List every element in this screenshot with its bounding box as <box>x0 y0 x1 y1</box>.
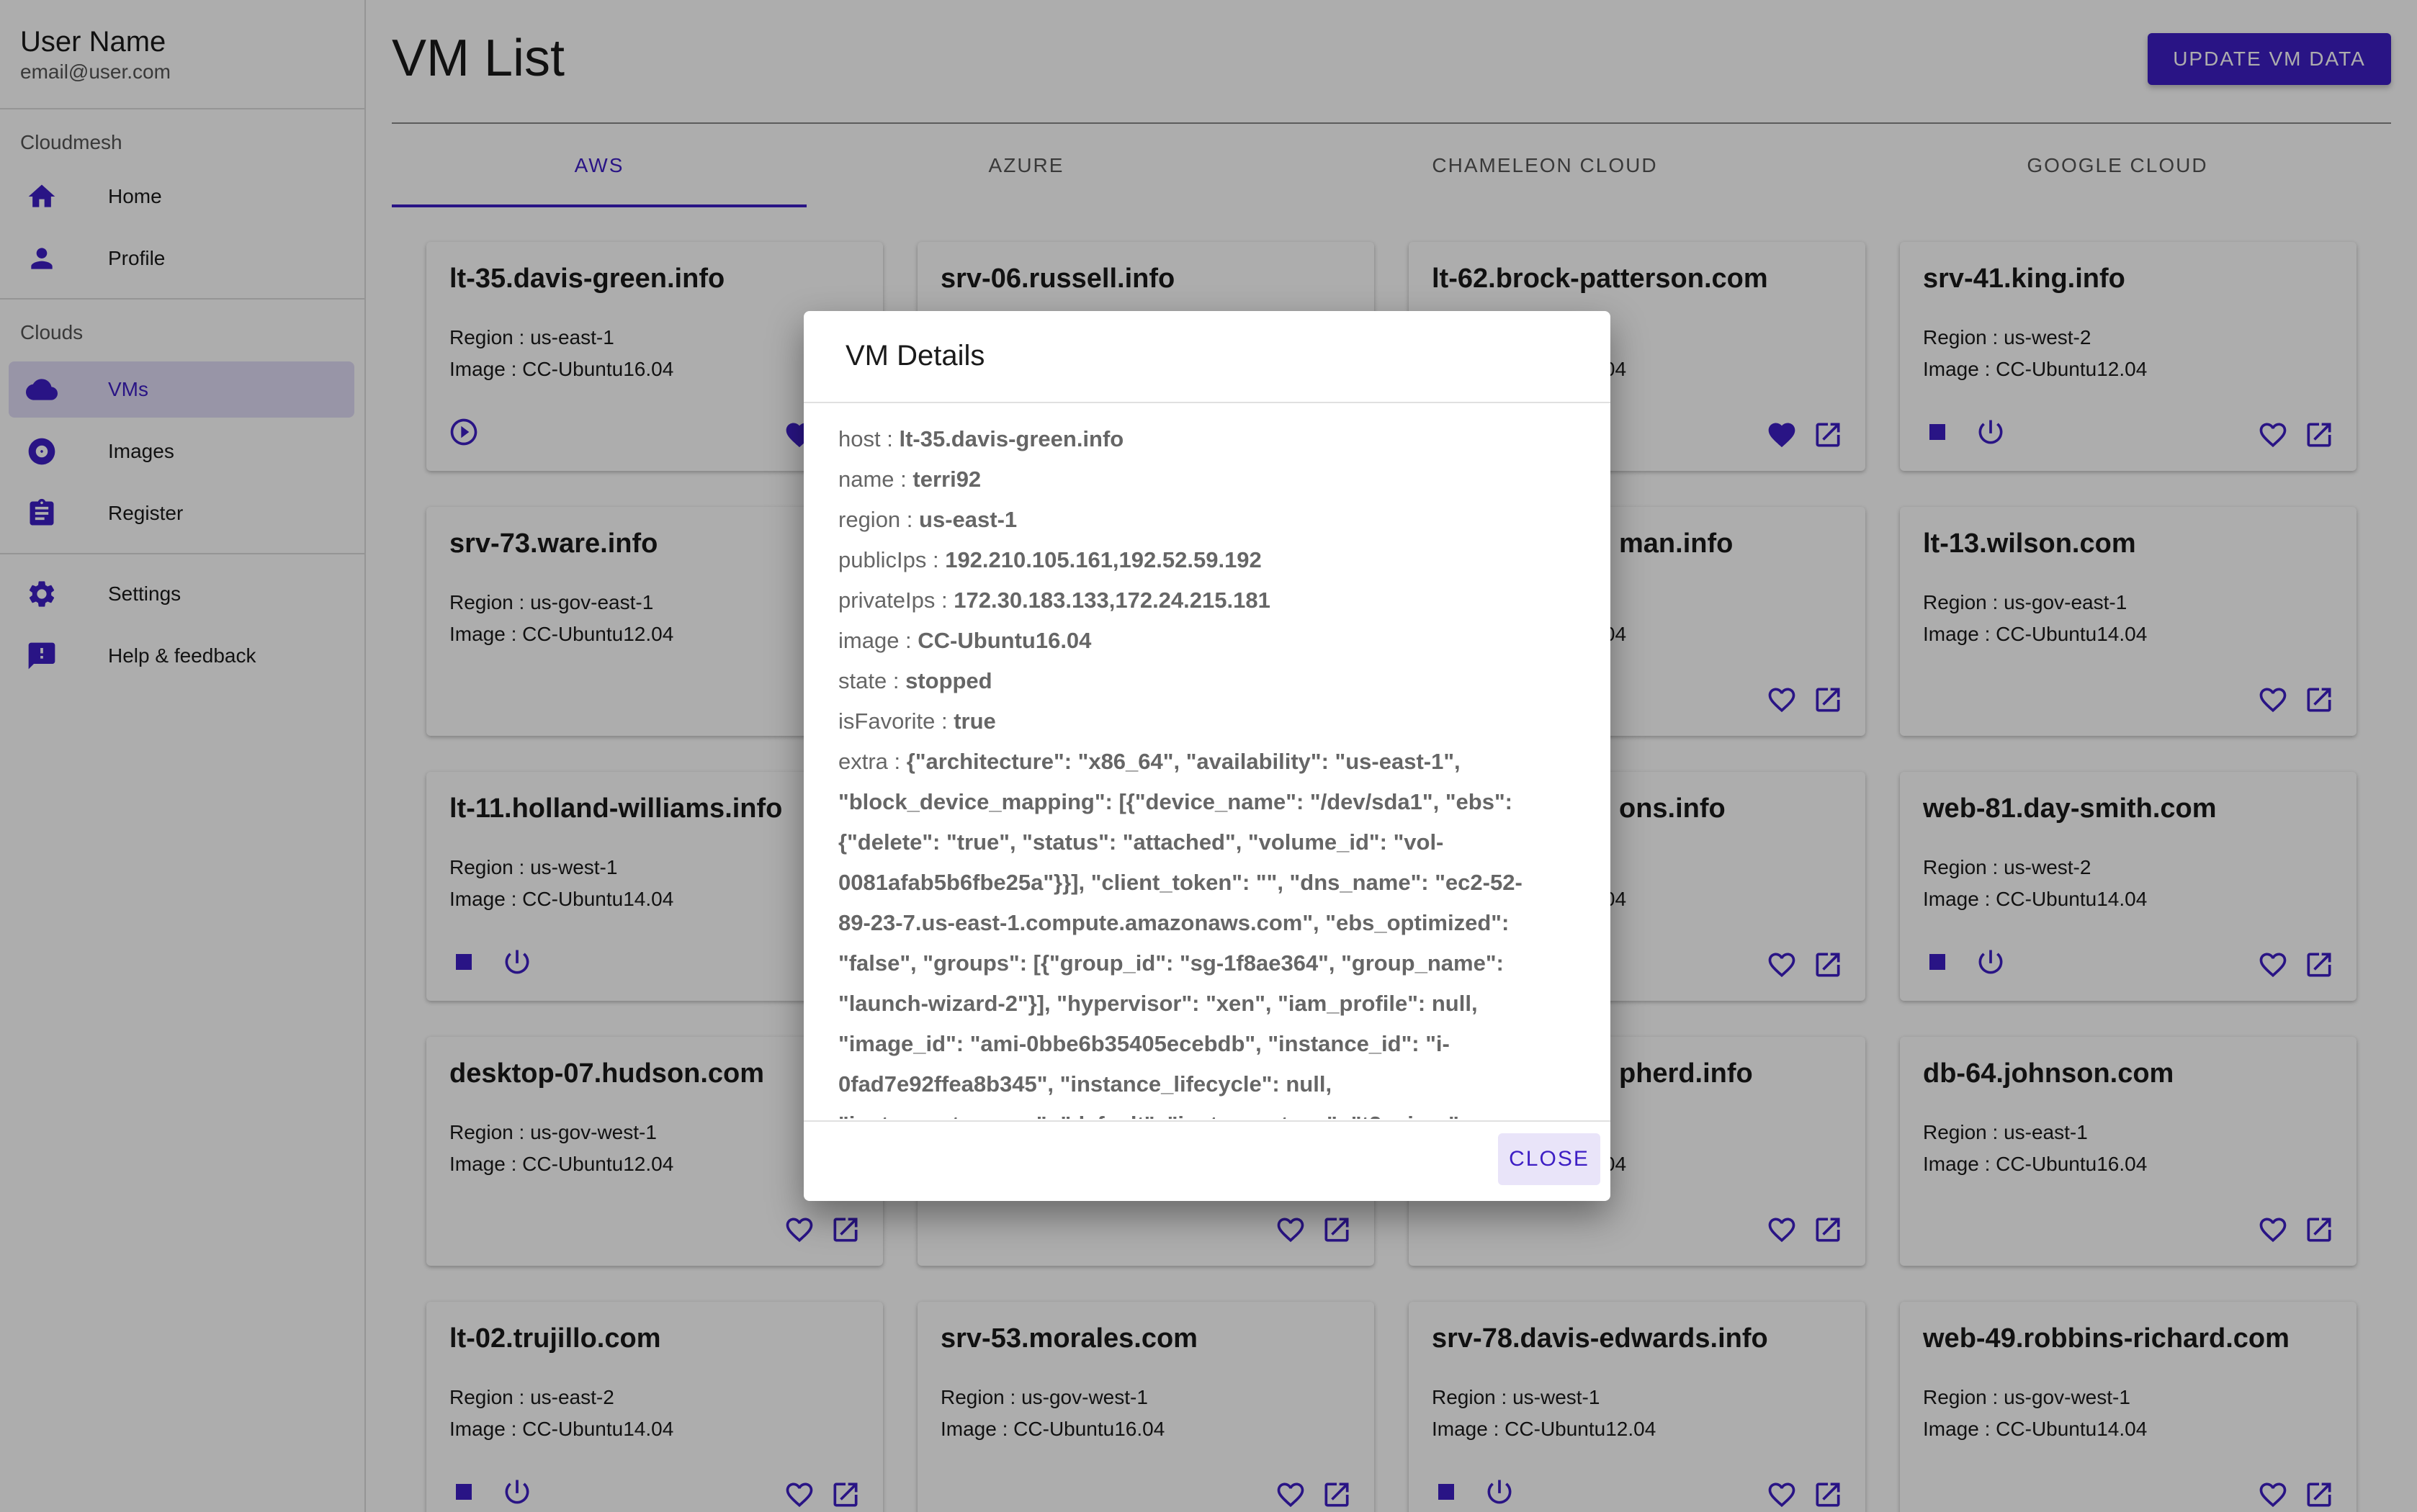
detail-key: name <box>838 467 894 492</box>
detail-region: region : us-east-1 <box>838 507 1018 532</box>
detail-key: region <box>838 507 901 532</box>
detail-value: 192.210.105.161,192.52.59.192 <box>945 547 1262 572</box>
detail-key: privateIps <box>838 588 936 613</box>
detail-name: name : terri92 <box>838 467 982 492</box>
detail-public-ips: publicIps : 192.210.105.161,192.52.59.19… <box>838 547 1262 572</box>
detail-value: 172.30.183.133,172.24.215.181 <box>954 588 1270 613</box>
extra-line: 0fad7e92ffea8b345", "instance_lifecycle"… <box>838 1071 1332 1097</box>
extra-line: 89-23-7.us-east-1.compute.amazonaws.com"… <box>838 910 1510 935</box>
vm-details-dialog: VM Details host : lt-35.davis-green.info… <box>804 311 1610 1201</box>
extra-line: {"delete": "true", "status": "attached",… <box>838 829 1444 855</box>
detail-value: CC-Ubuntu16.04 <box>918 628 1092 653</box>
dialog-title: VM Details <box>804 311 1610 403</box>
extra-line: "image_id": "ami-0bbe6b35405ecebdb", "in… <box>838 1031 1450 1056</box>
detail-value: lt-35.davis-green.info <box>899 426 1124 451</box>
detail-value: stopped <box>905 668 992 693</box>
detail-extra: extra : {"architecture": "x86_64", "avai… <box>838 742 1567 1119</box>
extra-line: "launch-wizard-2"}], "hypervisor": "xen"… <box>838 991 1478 1016</box>
detail-value: us-east-1 <box>919 507 1018 532</box>
detail-image: image : CC-Ubuntu16.04 <box>838 628 1092 653</box>
extra-line: "instance_tenancy": "default", "instance… <box>838 1112 1465 1119</box>
detail-private-ips: privateIps : 172.30.183.133,172.24.215.1… <box>838 588 1270 613</box>
extra-line: {"architecture": "x86_64", "availability… <box>906 749 1461 774</box>
detail-state: state : stopped <box>838 668 992 693</box>
detail-is-favorite: isFavorite : true <box>838 708 996 734</box>
detail-key: state <box>838 668 887 693</box>
detail-value: terri92 <box>912 467 982 492</box>
extra-line: 0081afab5b6fbe25a"}}], "client_token": "… <box>838 870 1523 895</box>
detail-value: true <box>954 708 996 734</box>
dialog-footer: CLOSE <box>804 1120 1610 1201</box>
detail-key: image <box>838 628 900 653</box>
detail-key: isFavorite <box>838 708 936 734</box>
detail-key: host <box>838 426 881 451</box>
close-button[interactable]: CLOSE <box>1498 1133 1600 1185</box>
detail-host: host : lt-35.davis-green.info <box>838 426 1124 451</box>
extra-line: "block_device_mapping": [{"device_name":… <box>838 789 1512 814</box>
detail-key: extra <box>838 749 888 774</box>
detail-key: publicIps <box>838 547 927 572</box>
dialog-body[interactable]: host : lt-35.davis-green.info name : ter… <box>804 403 1610 1119</box>
extra-line: "false", "groups": [{"group_id": "sg-1f8… <box>838 950 1504 976</box>
